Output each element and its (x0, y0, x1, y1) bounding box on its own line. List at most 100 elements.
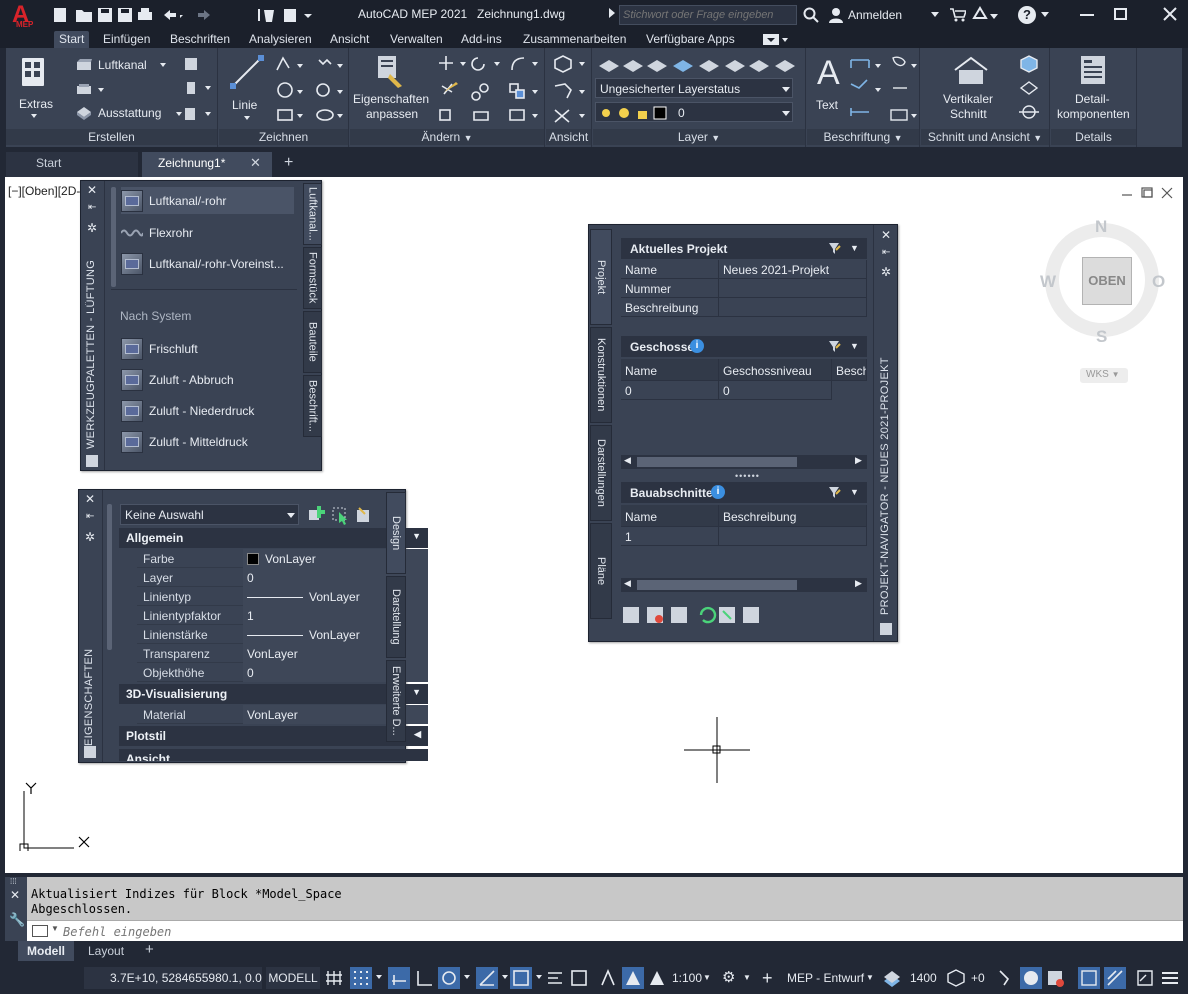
panel-aendern-title[interactable]: Ändern ▼ (350, 129, 544, 145)
tool-zuluft-niederdruck[interactable]: Zuluft - Niederdruck (121, 397, 254, 424)
current-project-edit-icon[interactable] (827, 241, 841, 255)
scroll-left-icon[interactable]: ◀ (624, 578, 631, 589)
panel-details-title[interactable]: Details (1051, 129, 1136, 145)
tool-palette-titlebar[interactable]: ✕ ⇤ ✲ WERKZEUGPALETTEN - LÜFTUNG (81, 181, 105, 470)
scroll-left-icon[interactable]: ◀ (624, 455, 631, 466)
tab-formstueck[interactable]: Formstück (303, 247, 322, 309)
tab-zeichnung1[interactable]: Zeichnung1* ✕ (142, 152, 272, 177)
tab-start-document[interactable]: Start (6, 152, 138, 177)
tab-plaene[interactable]: Pläne (590, 523, 612, 619)
prop-row-transparenz[interactable]: Transparenz VonLayer (137, 644, 428, 663)
annotation-tools-icons[interactable] (849, 54, 919, 124)
annotation-scale[interactable]: 1:100 (672, 967, 702, 989)
tab-modell[interactable]: Modell (18, 941, 74, 961)
levels-col-name[interactable]: Name (621, 359, 719, 381)
search-input[interactable] (619, 5, 797, 25)
tab-beschriften[interactable]: Beschriften (170, 31, 230, 48)
divisions-header[interactable]: Bauabschnitte i ▼ (621, 482, 867, 503)
cut-plane-icon[interactable] (944, 968, 966, 988)
navigator-settings-icon[interactable]: ✲ (881, 265, 891, 279)
fitting-button[interactable] (76, 80, 116, 98)
navigator-toolbar-icons[interactable] (621, 604, 767, 626)
levels-row-niveau[interactable]: 0 (719, 381, 832, 400)
search-icon[interactable] (803, 7, 819, 23)
elevation-value[interactable]: 1400 (910, 967, 937, 989)
current-layer-dropdown[interactable]: 0 (595, 102, 793, 122)
section-ansicht-partial[interactable]: Ansicht (119, 749, 428, 761)
tab-verwalten[interactable]: Verwalten (390, 31, 443, 48)
ausstattung-button[interactable]: Ausstattung (76, 104, 196, 122)
panel-ansicht-title[interactable]: Ansicht (546, 129, 591, 145)
search-expand-icon[interactable] (609, 8, 615, 18)
command-close-icon[interactable]: ✕ (10, 888, 20, 902)
compass-west[interactable]: W (1040, 272, 1056, 292)
erstellen-small-icons[interactable] (184, 58, 200, 124)
prop-row-linientyp[interactable]: Linientyp VonLayer (137, 587, 428, 606)
divisions-col-beschreibung[interactable]: Beschreibung (719, 505, 867, 527)
scroll-thumb[interactable] (637, 457, 797, 467)
cut-plane-offset[interactable]: +0 (971, 967, 985, 989)
tab-ansicht[interactable]: Ansicht (330, 31, 369, 48)
ribbon-minimize-icon[interactable] (763, 34, 789, 45)
command-prompt-icon[interactable] (32, 925, 48, 937)
eigenschaften-anpassen-button[interactable]: Eigenschaften anpassen (352, 54, 430, 124)
compass-east[interactable]: O (1152, 272, 1165, 292)
tool-flexrohr[interactable]: Flexrohr (121, 219, 193, 246)
command-grip[interactable]: ⁞⁞⁞ (10, 877, 17, 886)
tool-luftkanal-voreinst[interactable]: Luftkanal/-rohr-Voreinst... (121, 250, 284, 277)
tab-darstellung[interactable]: Darstellung (386, 576, 406, 658)
connect-icon[interactable] (972, 6, 998, 24)
prop-row-linientypfaktor[interactable]: Linientypfaktor 1 (137, 606, 428, 625)
section-plotstil[interactable]: Plotstil ◀ (119, 726, 428, 746)
tab-projekt[interactable]: Projekt (590, 229, 612, 325)
section-3d-visualisierung[interactable]: 3D-Visualisierung ▼ (119, 684, 428, 704)
extras-button[interactable]: Extras (12, 54, 56, 120)
levels-hscrollbar[interactable]: ◀ ▶ (621, 455, 867, 469)
linie-button[interactable]: Linie (229, 54, 265, 120)
tool-frischluft[interactable]: Frischluft (121, 335, 198, 362)
cart-icon[interactable] (950, 8, 966, 22)
prop-row-layer[interactable]: Layer 0 (137, 568, 428, 587)
text-button[interactable]: A Text (811, 54, 845, 120)
tab-luftkanal[interactable]: Luftkanal... (303, 183, 322, 245)
workspace-gear-dropdown-icon[interactable]: ▼ (743, 973, 751, 982)
workspace-selector[interactable]: MEP - Entwurf (787, 967, 864, 989)
viewport-label[interactable]: [−][Oben][2D- (8, 184, 80, 198)
annotation-scale-dropdown-icon[interactable]: ▼ (703, 973, 711, 982)
palette-menu-icon[interactable] (86, 455, 98, 467)
viewcube[interactable]: N S W O OBEN WKS ▼ (1040, 217, 1170, 387)
divisions-row-beschreibung[interactable] (719, 527, 867, 546)
levels-col-niveau[interactable]: Geschossniveau (719, 359, 832, 381)
palette-scrollbar[interactable] (111, 187, 116, 287)
command-window-titlebar[interactable]: ⁞⁞⁞ ✕ 🔧 (5, 877, 27, 941)
viewport-window-controls[interactable] (1120, 187, 1176, 199)
palette-properties-icon[interactable]: ✲ (87, 221, 97, 235)
user-icon[interactable] (828, 7, 844, 23)
command-input-row[interactable]: ▼ (27, 920, 1183, 941)
properties-scrollbar[interactable] (107, 504, 112, 650)
new-layout-button[interactable]: + (145, 941, 154, 958)
viewcube-face[interactable]: OBEN (1082, 257, 1132, 305)
palette-close-icon[interactable]: ✕ (87, 183, 97, 197)
view-tools-icons[interactable] (551, 54, 589, 124)
elevation-tools-icons[interactable] (1017, 54, 1041, 124)
levels-row-name[interactable]: 0 (621, 381, 719, 400)
elevation-icon[interactable] (882, 969, 902, 987)
minimize-icon[interactable] (1080, 14, 1094, 16)
signin-link[interactable]: Anmelden (848, 8, 902, 22)
levels-info-icon[interactable]: i (690, 339, 704, 353)
properties-titlebar[interactable]: ✕ ⇤ ✲ EIGENSCHAFTEN (79, 490, 103, 762)
help-icon[interactable]: ? (1018, 6, 1036, 24)
layer-state-dropdown[interactable]: Ungesicherter Layerstatus (595, 78, 793, 98)
coordinates-readout[interactable]: 3.7E+10, 5284655980.1, 0.0 (84, 967, 262, 989)
tool-luftkanal-rohr[interactable]: Luftkanal/-rohr (121, 187, 294, 214)
tab-start[interactable]: Start (54, 31, 90, 48)
divisions-row-name[interactable]: 1 (621, 527, 719, 546)
tab-konstruktionen[interactable]: Konstruktionen (590, 327, 612, 423)
levels-edit-icon[interactable] (827, 339, 841, 353)
panel-zeichnen-title[interactable]: Zeichnen (219, 129, 348, 145)
divisions-info-icon[interactable]: i (711, 485, 725, 499)
proj-val-nummer[interactable] (719, 279, 867, 298)
tab-verfuegbare-apps[interactable]: Verfügbare Apps (646, 31, 735, 48)
drawing-canvas[interactable]: [−][Oben][2D- N S W O OBEN WKS ▼ ✕ ⇤ ✲ W… (5, 177, 1183, 873)
